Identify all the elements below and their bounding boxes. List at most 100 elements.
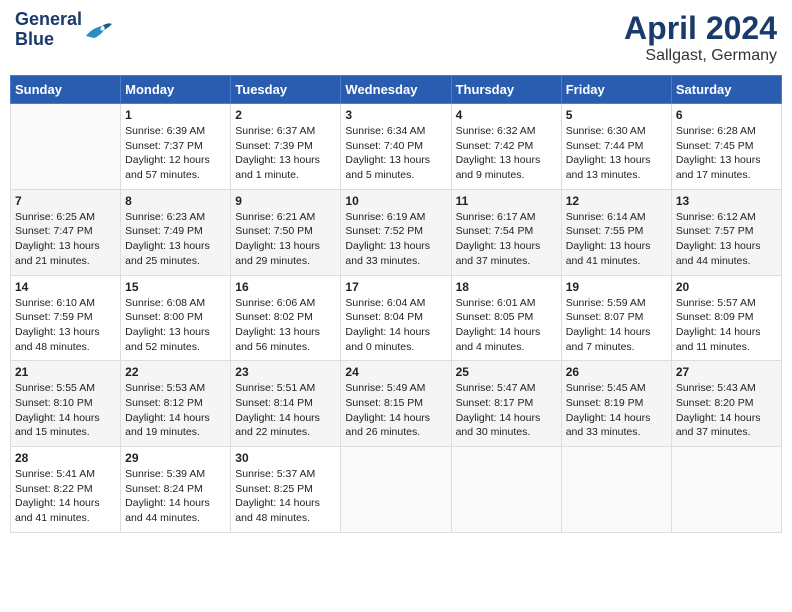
calendar-cell: 7 Sunrise: 6:25 AMSunset: 7:47 PMDaylight… — [11, 189, 121, 275]
day-number: 25 — [456, 365, 557, 379]
calendar-cell: 25 Sunrise: 5:47 AMSunset: 8:17 PMDayligh… — [451, 361, 561, 447]
cell-content: Sunrise: 6:30 AMSunset: 7:44 PMDaylight:… — [566, 124, 667, 183]
cell-content: Sunrise: 6:21 AMSunset: 7:50 PMDaylight:… — [235, 210, 336, 269]
day-number: 19 — [566, 280, 667, 294]
weekday-header-row: Sunday Monday Tuesday Wednesday Thursday… — [11, 76, 782, 104]
calendar-table: Sunday Monday Tuesday Wednesday Thursday… — [10, 75, 782, 533]
cell-content: Sunrise: 5:57 AMSunset: 8:09 PMDaylight:… — [676, 296, 777, 355]
day-number: 16 — [235, 280, 336, 294]
day-number: 27 — [676, 365, 777, 379]
day-number: 9 — [235, 194, 336, 208]
cell-content: Sunrise: 6:19 AMSunset: 7:52 PMDaylight:… — [345, 210, 446, 269]
calendar-cell: 26Sunrise: 5:45 AMSunset: 8:19 PMDayligh… — [561, 361, 671, 447]
cell-content: Sunrise: 6:01 AMSunset: 8:05 PMDaylight:… — [456, 296, 557, 355]
logo-bird-icon — [84, 18, 114, 42]
calendar-cell: 13Sunrise: 6:12 AMSunset: 7:57 PMDayligh… — [671, 189, 781, 275]
cell-content: Sunrise: 6:08 AMSunset: 8:00 PMDaylight:… — [125, 296, 226, 355]
day-number: 22 — [125, 365, 226, 379]
calendar-cell: 22 Sunrise: 5:53 AMSunset: 8:12 PMDayligh… — [121, 361, 231, 447]
page-header: General Blue April 2024 Sallgast, German… — [10, 10, 782, 65]
day-number: 29 — [125, 451, 226, 465]
calendar-week-row: 28 Sunrise: 5:41 AMSunset: 8:22 PMDayligh… — [11, 447, 782, 533]
cell-content: Sunrise: 5:39 AMSunset: 8:24 PMDaylight:… — [125, 467, 226, 526]
calendar-cell: 21 Sunrise: 5:55 AMSunset: 8:10 PMDayligh… — [11, 361, 121, 447]
day-number: 30 — [235, 451, 336, 465]
calendar-cell: 14Sunrise: 6:10 AMSunset: 7:59 PMDayligh… — [11, 275, 121, 361]
cell-content: Sunrise: 6:37 AMSunset: 7:39 PMDaylight:… — [235, 124, 336, 183]
calendar-cell: 19 Sunrise: 5:59 AMSunset: 8:07 PMDayligh… — [561, 275, 671, 361]
cell-content: Sunrise: 6:04 AMSunset: 8:04 PMDaylight:… — [345, 296, 446, 355]
cell-content: Sunrise: 5:59 AMSunset: 8:07 PMDaylight:… — [566, 296, 667, 355]
cell-content: Sunrise: 5:41 AMSunset: 8:22 PMDaylight:… — [15, 467, 116, 526]
calendar-cell: 28 Sunrise: 5:41 AMSunset: 8:22 PMDayligh… — [11, 447, 121, 533]
calendar-cell: 5Sunrise: 6:30 AMSunset: 7:44 PMDaylight… — [561, 104, 671, 190]
header-sunday: Sunday — [11, 76, 121, 104]
logo-text-line1: General — [15, 10, 82, 30]
header-friday: Friday — [561, 76, 671, 104]
calendar-header: Sunday Monday Tuesday Wednesday Thursday… — [11, 76, 782, 104]
cell-content: Sunrise: 6:14 AMSunset: 7:55 PMDaylight:… — [566, 210, 667, 269]
calendar-body: 1Sunrise: 6:39 AMSunset: 7:37 PMDaylight… — [11, 104, 782, 533]
title-block: April 2024 Sallgast, Germany — [624, 10, 777, 65]
cell-content: Sunrise: 5:43 AMSunset: 8:20 PMDaylight:… — [676, 381, 777, 440]
calendar-cell: 3Sunrise: 6:34 AMSunset: 7:40 PMDaylight… — [341, 104, 451, 190]
day-number: 20 — [676, 280, 777, 294]
day-number: 11 — [456, 194, 557, 208]
calendar-cell: 15 Sunrise: 6:08 AMSunset: 8:00 PMDayligh… — [121, 275, 231, 361]
header-tuesday: Tuesday — [231, 76, 341, 104]
calendar-cell: 27 Sunrise: 5:43 AMSunset: 8:20 PMDayligh… — [671, 361, 781, 447]
day-number: 24 — [345, 365, 446, 379]
day-number: 8 — [125, 194, 226, 208]
calendar-week-row: 14Sunrise: 6:10 AMSunset: 7:59 PMDayligh… — [11, 275, 782, 361]
cell-content: Sunrise: 6:32 AMSunset: 7:42 PMDaylight:… — [456, 124, 557, 183]
cell-content: Sunrise: 6:39 AMSunset: 7:37 PMDaylight:… — [125, 124, 226, 183]
calendar-cell: 11Sunrise: 6:17 AMSunset: 7:54 PMDayligh… — [451, 189, 561, 275]
header-thursday: Thursday — [451, 76, 561, 104]
logo: General Blue — [15, 10, 114, 50]
cell-content: Sunrise: 5:47 AMSunset: 8:17 PMDaylight:… — [456, 381, 557, 440]
cell-content: Sunrise: 5:55 AMSunset: 8:10 PMDaylight:… — [15, 381, 116, 440]
calendar-cell: 17 Sunrise: 6:04 AMSunset: 8:04 PMDayligh… — [341, 275, 451, 361]
header-monday: Monday — [121, 76, 231, 104]
day-number: 21 — [15, 365, 116, 379]
cell-content: Sunrise: 5:53 AMSunset: 8:12 PMDaylight:… — [125, 381, 226, 440]
calendar-cell: 10 Sunrise: 6:19 AMSunset: 7:52 PMDayligh… — [341, 189, 451, 275]
cell-content: Sunrise: 5:49 AMSunset: 8:15 PMDaylight:… — [345, 381, 446, 440]
calendar-week-row: 21 Sunrise: 5:55 AMSunset: 8:10 PMDayligh… — [11, 361, 782, 447]
day-number: 17 — [345, 280, 446, 294]
calendar-cell: 9 Sunrise: 6:21 AMSunset: 7:50 PMDaylight… — [231, 189, 341, 275]
calendar-cell: 29 Sunrise: 5:39 AMSunset: 8:24 PMDayligh… — [121, 447, 231, 533]
calendar-cell — [451, 447, 561, 533]
day-number: 15 — [125, 280, 226, 294]
calendar-cell: 6Sunrise: 6:28 AMSunset: 7:45 PMDaylight… — [671, 104, 781, 190]
logo-text-line2: Blue — [15, 30, 82, 50]
day-number: 18 — [456, 280, 557, 294]
calendar-week-row: 1Sunrise: 6:39 AMSunset: 7:37 PMDaylight… — [11, 104, 782, 190]
cell-content: Sunrise: 6:06 AMSunset: 8:02 PMDaylight:… — [235, 296, 336, 355]
calendar-cell: 16 Sunrise: 6:06 AMSunset: 8:02 PMDayligh… — [231, 275, 341, 361]
cell-content: Sunrise: 6:10 AMSunset: 7:59 PMDaylight:… — [15, 296, 116, 355]
calendar-cell: 24 Sunrise: 5:49 AMSunset: 8:15 PMDayligh… — [341, 361, 451, 447]
calendar-cell — [561, 447, 671, 533]
day-number: 10 — [345, 194, 446, 208]
location-title: Sallgast, Germany — [624, 47, 777, 65]
cell-content: Sunrise: 6:28 AMSunset: 7:45 PMDaylight:… — [676, 124, 777, 183]
calendar-cell: 18 Sunrise: 6:01 AMSunset: 8:05 PMDayligh… — [451, 275, 561, 361]
cell-content: Sunrise: 6:25 AMSunset: 7:47 PMDaylight:… — [15, 210, 116, 269]
cell-content: Sunrise: 5:51 AMSunset: 8:14 PMDaylight:… — [235, 381, 336, 440]
cell-content: Sunrise: 6:34 AMSunset: 7:40 PMDaylight:… — [345, 124, 446, 183]
calendar-cell: 30 Sunrise: 5:37 AMSunset: 8:25 PMDayligh… — [231, 447, 341, 533]
day-number: 12 — [566, 194, 667, 208]
calendar-week-row: 7 Sunrise: 6:25 AMSunset: 7:47 PMDaylight… — [11, 189, 782, 275]
cell-content: Sunrise: 5:37 AMSunset: 8:25 PMDaylight:… — [235, 467, 336, 526]
day-number: 7 — [15, 194, 116, 208]
day-number: 23 — [235, 365, 336, 379]
calendar-cell — [671, 447, 781, 533]
calendar-cell: 12 Sunrise: 6:14 AMSunset: 7:55 PMDayligh… — [561, 189, 671, 275]
calendar-cell — [11, 104, 121, 190]
month-title: April 2024 — [624, 10, 777, 47]
day-number: 4 — [456, 108, 557, 122]
calendar-cell: 4 Sunrise: 6:32 AMSunset: 7:42 PMDaylight… — [451, 104, 561, 190]
cell-content: Sunrise: 6:12 AMSunset: 7:57 PMDaylight:… — [676, 210, 777, 269]
day-number: 28 — [15, 451, 116, 465]
